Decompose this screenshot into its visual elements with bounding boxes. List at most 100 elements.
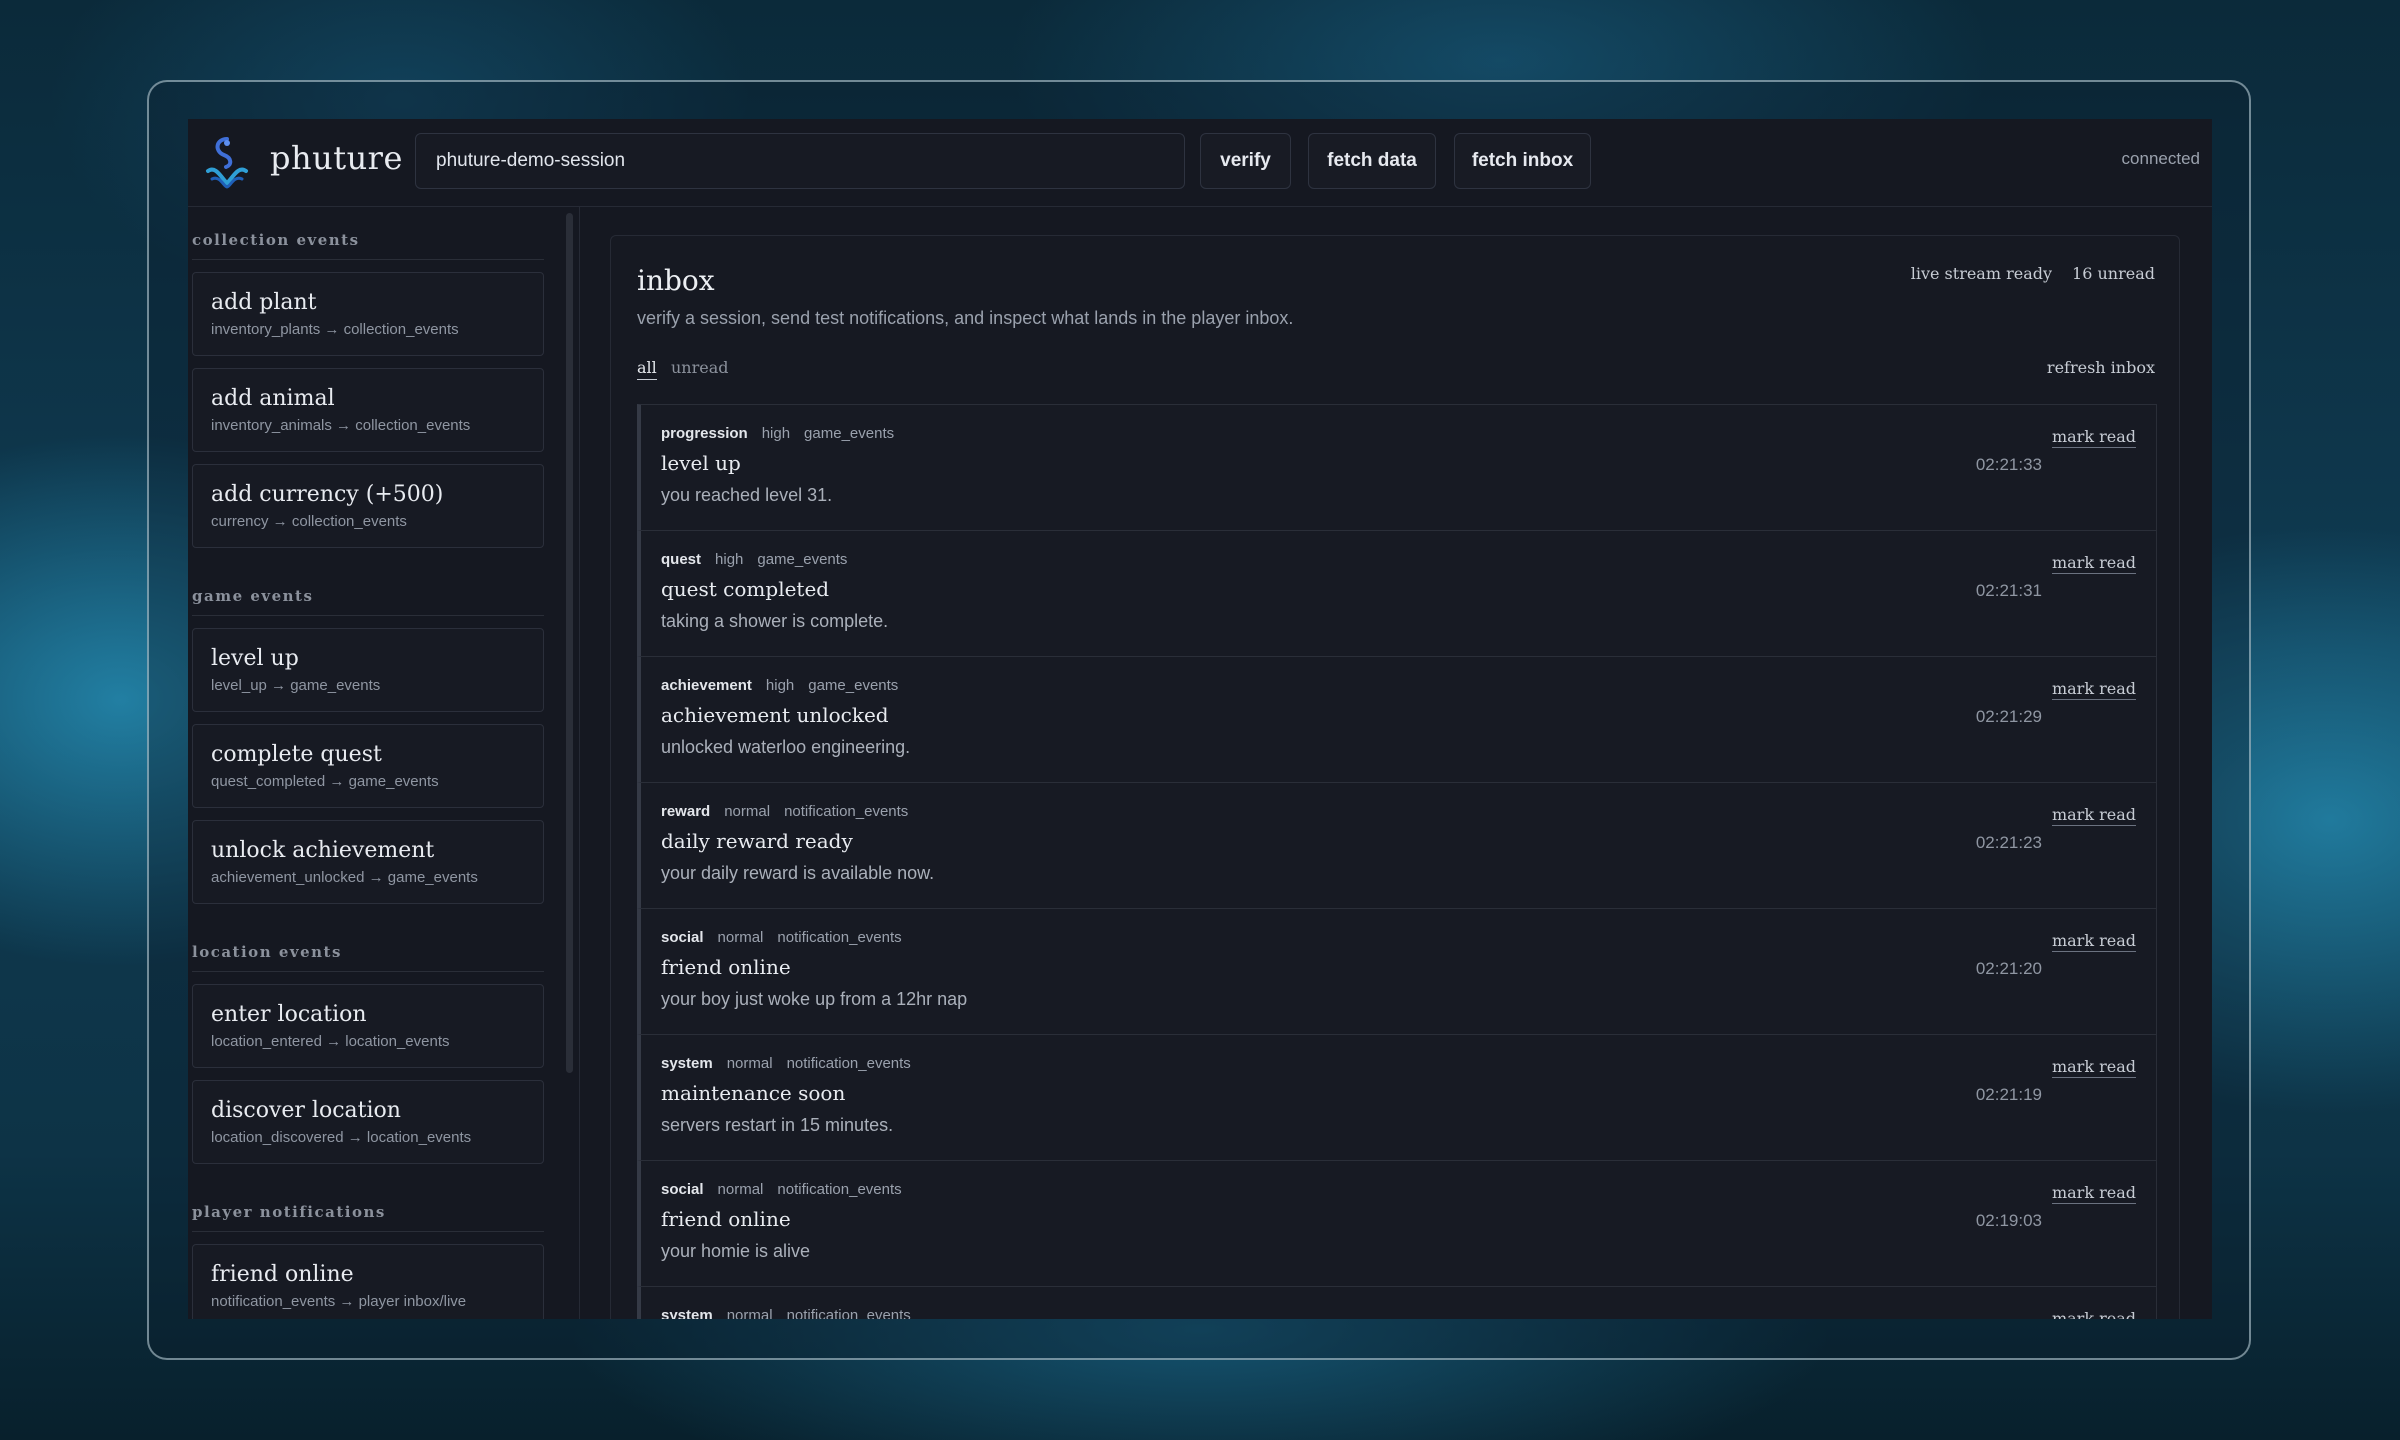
mark-read-button[interactable]: mark read (2051, 805, 2136, 826)
message-priority: high (761, 425, 791, 442)
sidebar-item-add-animal[interactable]: add animal inventory_animals → collectio… (192, 368, 544, 452)
session-input[interactable] (415, 133, 1185, 189)
message-source: notification_events (786, 1055, 911, 1072)
message-title: friend online (661, 1207, 791, 1231)
sidebar-item-title: add currency (+500) (211, 482, 444, 507)
sidebar-item-discover-location[interactable]: discover location location_discovered → … (192, 1080, 544, 1164)
sidebar-item-route: inventory_animals → collection_events (211, 417, 471, 434)
message-time: 02:21:23 (1975, 833, 2042, 852)
inbox-title: inbox (637, 264, 715, 297)
message-tags: social normal notification_events (661, 929, 902, 946)
fetch-data-button[interactable]: fetch data (1308, 133, 1436, 189)
inbox-status: live stream ready 16 unread (1911, 264, 2155, 283)
message-row[interactable]: system normal notification_events mainte… (637, 1034, 2157, 1160)
sidebar-item-title: complete quest (211, 742, 382, 767)
sidebar-item-complete-quest[interactable]: complete quest quest_completed → game_ev… (192, 724, 544, 808)
message-source: notification_events (784, 803, 909, 820)
message-tags: quest high game_events (661, 551, 847, 568)
message-time: 02:19:03 (1975, 1211, 2042, 1230)
message-tags: progression high game_events (661, 425, 894, 442)
sidebar-item-add-plant[interactable]: add plant inventory_plants → collection_… (192, 272, 544, 356)
message-category: reward (661, 803, 711, 820)
sidebar-item-unlock-achievement[interactable]: unlock achievement achievement_unlocked … (192, 820, 544, 904)
message-time: 02:21:31 (1975, 581, 2042, 600)
section-header-collection-events: collection events (192, 231, 544, 260)
sidebar-item-title: add plant (211, 290, 317, 315)
tab-all[interactable]: all (637, 358, 657, 380)
mark-read-button[interactable]: mark read (2051, 427, 2136, 448)
sidebar-item-add-currency[interactable]: add currency (+500) currency → collectio… (192, 464, 544, 548)
sidebar-item-route: location_entered → location_events (211, 1033, 450, 1050)
inbox-panel: inbox verify a session, send test notifi… (610, 235, 2180, 1319)
tab-unread[interactable]: unread (671, 358, 729, 377)
sidebar-item-title: friend online (211, 1262, 354, 1287)
message-source: notification_events (777, 929, 902, 946)
message-row[interactable]: system normal notification_events mark r… (637, 1286, 2157, 1319)
message-row[interactable]: achievement high game_events achievement… (637, 656, 2157, 782)
message-body: unlocked waterloo engineering. (661, 737, 911, 757)
section-header-player-notifications: player notifications (192, 1203, 544, 1232)
mark-read-button[interactable]: mark read (2052, 1309, 2136, 1319)
message-tags: reward normal notification_events (661, 803, 908, 820)
message-source: game_events (804, 425, 895, 442)
sidebar-item-level-up[interactable]: level up level_up → game_events (192, 628, 544, 712)
message-time: 02:21:33 (1975, 455, 2042, 474)
connection-status: connected (2121, 149, 2200, 168)
section-header-game-events: game events (192, 587, 544, 616)
message-tags: achievement high game_events (661, 677, 898, 694)
mark-read-button[interactable]: mark read (2051, 1183, 2136, 1204)
sidebar-item-title: level up (211, 646, 299, 671)
message-category: achievement (661, 677, 752, 694)
app-window: phuture verify fetch data fetch inbox co… (188, 119, 2212, 1319)
message-priority: normal (717, 929, 764, 946)
message-body: taking a shower is complete. (661, 611, 889, 631)
sidebar-item-route: currency → collection_events (211, 513, 407, 530)
message-body: your daily reward is available now. (661, 863, 935, 883)
message-row[interactable]: progression high game_events level up yo… (637, 404, 2157, 530)
sidebar-item-friend-online[interactable]: friend online notification_events → play… (192, 1244, 544, 1319)
message-category: quest (661, 551, 702, 568)
message-title: level up (661, 451, 741, 475)
message-priority: high (765, 677, 795, 694)
message-time: 02:21:29 (1975, 707, 2042, 726)
sidebar-item-title: discover location (211, 1098, 401, 1123)
message-row[interactable]: social normal notification_events friend… (637, 1160, 2157, 1286)
sidebar-item-title: add animal (211, 386, 335, 411)
sidebar-item-route: inventory_plants → collection_events (211, 321, 459, 338)
message-body: servers restart in 15 minutes. (661, 1115, 894, 1135)
mark-read-button[interactable]: mark read (2051, 679, 2136, 700)
sidebar-item-route: quest_completed → game_events (211, 773, 439, 790)
mark-read-button[interactable]: mark read (2051, 931, 2136, 952)
mark-read-button[interactable]: mark read (2051, 553, 2136, 574)
message-row[interactable]: social normal notification_events friend… (637, 908, 2157, 1034)
sidebar-item-enter-location[interactable]: enter location location_entered → locati… (192, 984, 544, 1068)
message-category: social (661, 1181, 704, 1198)
message-source: notification_events (777, 1181, 902, 1198)
message-body: your boy just woke up from a 12hr nap (661, 989, 968, 1009)
sidebar-item-route: notification_events → player inbox/live (211, 1293, 467, 1310)
message-time: 02:21:20 (1975, 959, 2042, 978)
event-sidebar: collection events add plant inventory_pl… (188, 207, 580, 1319)
sidebar-item-route: level_up → game_events (211, 677, 381, 694)
message-priority: high (715, 551, 744, 568)
sidebar-scrollbar[interactable] (566, 213, 573, 1073)
message-body: you reached level 31. (661, 485, 833, 505)
live-stream-status: live stream ready (1910, 264, 2053, 283)
message-title: quest completed (661, 577, 830, 601)
phuture-logo-icon (206, 137, 248, 189)
message-title: daily reward ready (661, 829, 853, 853)
mark-read-button[interactable]: mark read (2051, 1057, 2136, 1078)
message-priority: normal (726, 1307, 773, 1319)
message-row[interactable]: reward normal notification_events daily … (637, 782, 2157, 908)
message-title: friend online (661, 955, 791, 979)
message-tags: system normal notification_events (661, 1055, 911, 1072)
sidebar-item-route: achievement_unlocked → game_events (211, 869, 478, 886)
fetch-inbox-button[interactable]: fetch inbox (1454, 133, 1591, 189)
message-row[interactable]: quest high game_events quest completed t… (637, 530, 2157, 656)
message-priority: normal (724, 803, 771, 820)
message-body: your homie is alive (661, 1241, 811, 1261)
refresh-inbox-button[interactable]: refresh inbox (2047, 358, 2155, 377)
message-category: social (661, 929, 704, 946)
verify-button[interactable]: verify (1200, 133, 1291, 189)
top-bar: phuture verify fetch data fetch inbox co… (188, 119, 2212, 207)
